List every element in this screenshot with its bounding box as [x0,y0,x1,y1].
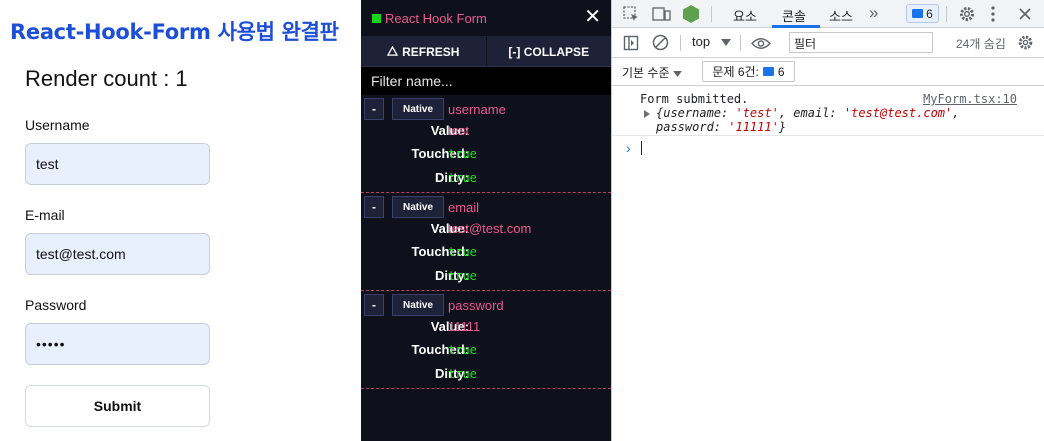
field-name: username [448,101,506,117]
native-button[interactable]: Native [392,196,444,218]
default-levels-dropdown[interactable]: 기본 수준 [622,64,682,81]
rhf-devtools-title: React Hook Form [385,11,487,26]
collapse-field-button[interactable]: - [364,98,384,120]
collapse-field-button[interactable]: - [364,196,384,218]
rhf-devtools-header: React Hook Form ✕ [361,0,611,37]
render-count: Render count : 1 [25,66,188,91]
hidden-count: 24개 숨김 [956,37,1006,51]
dirty-value: true [448,269,477,283]
field-name: password [448,297,504,313]
chevron-down-icon [673,71,682,77]
filter-name-input[interactable]: Filter name... [361,67,611,95]
collapse-field-button[interactable]: - [364,294,384,316]
sidebar-toggle-icon[interactable] [623,35,639,51]
tab-elements[interactable]: 요소 [733,6,757,25]
separator [946,6,947,22]
obj-open: {username: [656,106,736,120]
touched-value: true [448,245,477,259]
native-button[interactable]: Native [392,294,444,316]
username-input[interactable]: test [25,143,210,185]
submit-button[interactable]: Submit [25,385,210,427]
field-value: 11111 [448,319,481,334]
close-icon[interactable]: ✕ [584,4,601,29]
browser-devtools: 요소 콘솔 소스 » 6 top 필터 24개 숨김 기본 수준 문제 6건: [611,0,1044,441]
app-page: React-Hook-Form 사용법 완결판 Render count : 1… [0,0,361,441]
console-input-caret[interactable] [641,141,642,155]
tab-console[interactable]: 콘솔 [782,6,806,25]
password-input[interactable]: ••••• [25,323,210,365]
device-toolbar-icon[interactable] [652,5,672,23]
password-label: Password [25,297,87,313]
rhf-devtools-panel: React Hook Form ✕ REFRESH [-] COLLAPSE F… [361,0,611,441]
close-devtools-icon[interactable] [1018,7,1032,21]
default-levels-label: 기본 수준 [622,66,670,80]
email-input[interactable]: test@test.com [25,233,210,275]
tab-sources[interactable]: 소스 [829,6,853,25]
separator [740,35,741,51]
issues-button[interactable]: 문제 6건: 6 [702,61,795,82]
more-tabs-icon[interactable]: » [869,3,878,23]
field-entry-email: - Native email Value: test@test.com Touc… [361,193,611,291]
refresh-button[interactable]: REFRESH [361,37,486,66]
message-icon [762,67,774,76]
field-entry-username: - Native username Value: test Touched: t… [361,95,611,193]
separator [680,35,681,51]
console-levelbar: 기본 수준 문제 6건: 6 [612,58,1044,86]
obj-password: '11111' [728,120,779,134]
native-button[interactable]: Native [392,98,444,120]
dirty-value: true [448,171,477,185]
issues-count: 6 [777,64,785,79]
chevron-down-icon[interactable] [721,39,731,46]
clear-console-icon[interactable] [652,34,669,51]
console-settings-icon[interactable] [1017,34,1034,51]
log-source-link[interactable]: MyForm.tsx:10 [923,92,1017,106]
inspect-element-icon[interactable] [622,5,640,23]
obj-email: 'test@test.com' [843,106,953,120]
username-label: Username [25,117,90,133]
field-entry-password: - Native password Value: 11111 Touched: … [361,291,611,389]
touched-value: true [448,147,477,161]
issues-label: 문제 6건: [712,65,759,79]
issues-badge[interactable]: 6 [906,4,939,23]
status-dot-icon [372,14,381,23]
gear-icon[interactable] [958,5,976,23]
field-value: test@test.com [448,221,532,236]
rhf-toolbar: REFRESH [-] COLLAPSE [361,37,611,67]
field-value: test [448,123,469,138]
message-icon [912,9,924,18]
context-selector[interactable]: top [692,34,710,49]
expand-triangle-icon[interactable] [644,110,650,118]
more-options-icon[interactable] [990,6,996,22]
obj-email-key: , email: [778,106,844,120]
refresh-icon [387,46,399,56]
devtools-tabbar: 요소 콘솔 소스 » 6 [612,0,1044,28]
refresh-label: REFRESH [402,44,460,59]
separator [711,6,712,22]
obj-close: } [778,120,787,134]
node-icon[interactable] [682,4,700,24]
console-filter-input[interactable]: 필터 [789,32,933,53]
console-prompt-icon: › [626,140,631,156]
page-title: React-Hook-Form 사용법 완결판 [10,20,339,44]
dirty-value: true [448,367,477,381]
obj-username: 'test' [735,106,779,120]
field-name: email [448,199,480,215]
console-log-entry: Form submitted. MyForm.tsx:10 {username:… [612,86,1044,136]
log-message: Form submitted. [640,92,749,106]
email-label: E-mail [25,207,65,223]
eye-icon[interactable] [751,37,771,50]
touched-value: true [448,343,477,357]
log-object[interactable]: {username: 'test', email: 'test@test.com… [656,106,1026,134]
console-toolbar: top 필터 24개 숨김 [612,28,1044,58]
collapse-button[interactable]: [-] COLLAPSE [485,37,612,66]
issues-badge-count: 6 [926,6,933,21]
